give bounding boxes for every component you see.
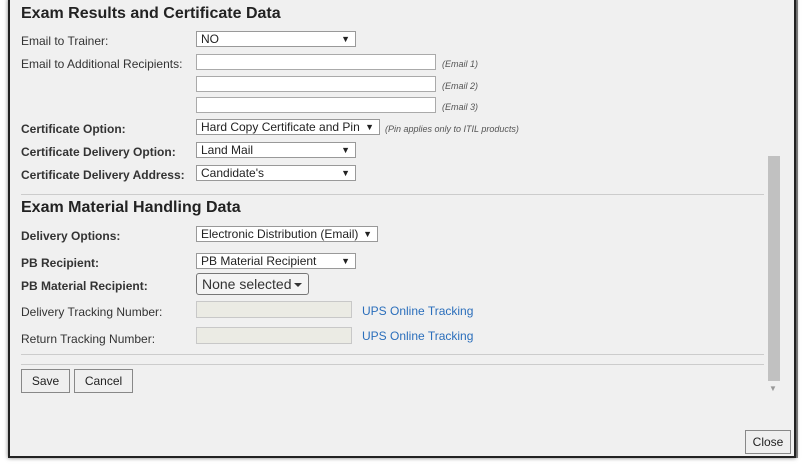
email-2-hint: (Email 2) [442, 81, 479, 91]
scroll-down-icon[interactable]: ▼ [769, 384, 777, 393]
save-button[interactable]: Save [21, 369, 70, 393]
cert-delivery-select[interactable]: Land Mail ▼ [196, 142, 356, 158]
cert-option-value: Hard Copy Certificate and Pin [201, 120, 360, 134]
chevron-down-icon: ▼ [341, 256, 350, 266]
backdrop-right [798, 0, 806, 468]
caret-down-icon [294, 283, 302, 287]
chevron-down-icon: ▼ [341, 168, 350, 178]
delivery-options-value: Electronic Distribution (Email) [201, 227, 359, 241]
email-1-input[interactable] [196, 54, 436, 70]
delivery-options-label: Delivery Options: [21, 229, 121, 243]
email-additional-label: Email to Additional Recipients: [21, 57, 183, 71]
backdrop-left [0, 0, 8, 468]
chevron-down-icon: ▼ [341, 145, 350, 155]
backdrop-bottom [0, 458, 806, 468]
section-divider [21, 194, 764, 195]
return-tracking-input [196, 327, 352, 344]
cert-address-select[interactable]: Candidate's ▼ [196, 165, 356, 181]
return-tracking-label: Return Tracking Number: [21, 332, 156, 346]
return-ups-tracking-link[interactable]: UPS Online Tracking [362, 329, 473, 343]
close-button[interactable]: Close [745, 430, 791, 454]
cert-address-value: Candidate's [201, 166, 264, 180]
email-3-input[interactable] [196, 97, 436, 113]
pb-recipient-value: PB Material Recipient [201, 254, 317, 268]
section-title-material-handling: Exam Material Handling Data [21, 199, 241, 216]
section-title-exam-results: Exam Results and Certificate Data [21, 5, 281, 22]
email-trainer-select[interactable]: NO ▼ [196, 31, 356, 47]
cert-option-hint: (Pin applies only to ITIL products) [385, 124, 519, 134]
pb-recipient-label: PB Recipient: [21, 256, 100, 270]
delivery-tracking-input [196, 301, 352, 318]
delivery-ups-tracking-link[interactable]: UPS Online Tracking [362, 304, 473, 318]
cancel-button[interactable]: Cancel [74, 369, 133, 393]
cert-delivery-label: Certificate Delivery Option: [21, 145, 176, 159]
pb-recipient-select[interactable]: PB Material Recipient ▼ [196, 253, 356, 269]
form-divider-2 [21, 364, 764, 365]
delivery-options-select[interactable]: Electronic Distribution (Email) ▼ [196, 226, 378, 242]
pb-material-multiselect[interactable]: None selected [196, 273, 309, 295]
chevron-down-icon: ▼ [363, 229, 372, 239]
pb-material-value: None selected [202, 276, 292, 292]
email-trainer-value: NO [201, 32, 219, 46]
pb-material-label: PB Material Recipient: [21, 279, 148, 293]
email-trainer-label: Email to Trainer: [21, 34, 109, 48]
form-divider-1 [21, 354, 764, 355]
cert-option-label: Certificate Option: [21, 122, 126, 136]
cert-option-select[interactable]: Hard Copy Certificate and Pin ▼ [196, 119, 380, 135]
delivery-tracking-label: Delivery Tracking Number: [21, 305, 163, 319]
email-1-hint: (Email 1) [442, 59, 479, 69]
cert-address-label: Certificate Delivery Address: [21, 168, 185, 182]
dialog: Exam Results and Certificate Data Email … [8, 0, 796, 458]
chevron-down-icon: ▼ [365, 122, 374, 132]
chevron-down-icon: ▼ [341, 34, 350, 44]
email-2-input[interactable] [196, 76, 436, 92]
cert-delivery-value: Land Mail [201, 143, 254, 157]
scrollbar-thumb[interactable] [768, 156, 780, 381]
email-3-hint: (Email 3) [442, 102, 479, 112]
